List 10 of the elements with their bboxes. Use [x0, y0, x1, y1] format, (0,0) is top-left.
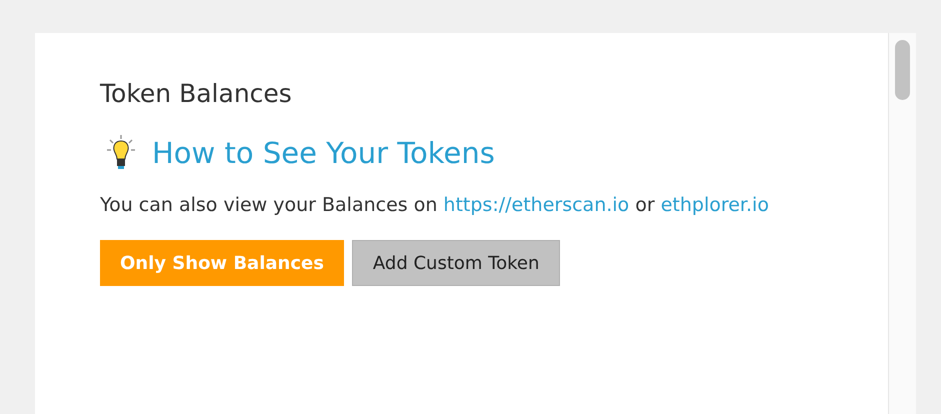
add-token-button[interactable]: Add Custom Token — [352, 240, 560, 286]
description-text: You can also view your Balances on https://etherscan.io or ethplorer.io — [100, 193, 770, 218]
help-link[interactable]: How to See Your Tokens — [152, 136, 495, 170]
ethplorer-link[interactable]: ethplorer.io — [660, 194, 769, 216]
section-title: Token Balances — [100, 79, 293, 108]
lightbulb-icon — [106, 134, 136, 172]
balances-filter-button[interactable]: Only Show Balances — [100, 240, 344, 286]
scrollbar-thumb[interactable] — [895, 40, 910, 100]
etherscan-link[interactable]: https://etherscan.io — [443, 194, 630, 216]
scrollbar[interactable] — [888, 33, 916, 414]
